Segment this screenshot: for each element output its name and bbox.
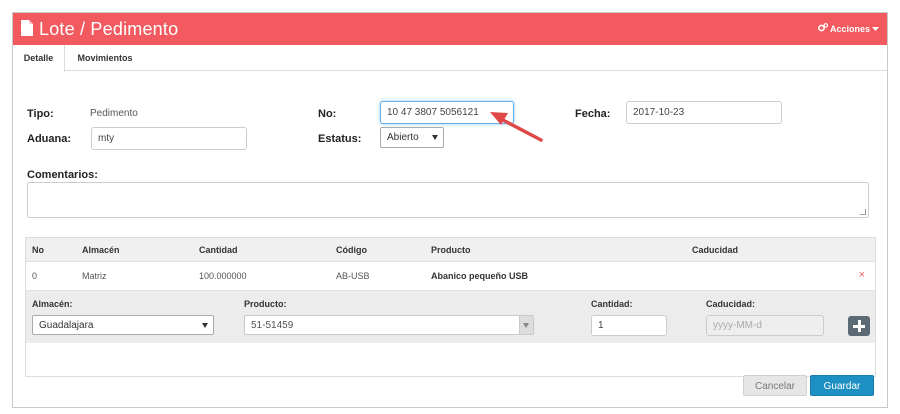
cell-producto: Abanico pequeño USB [431, 271, 529, 281]
col-producto: Producto [431, 245, 471, 255]
lote-panel: Lote / Pedimento Acciones Detalle Movimi… [12, 12, 888, 408]
producto-value: 51-51459 [251, 320, 294, 331]
items-table: No Almacén Cantidad Código Producto Cadu… [25, 237, 876, 377]
cancel-button[interactable]: Cancelar [743, 375, 807, 396]
cell-cantidad: 100.000000 [199, 271, 247, 281]
cell-almacen: Matriz [82, 271, 107, 281]
col-codigo: Código [336, 245, 367, 255]
add-item-form: Almacén: Guadalajara Producto: 51-51459 … [26, 291, 875, 343]
remove-row-icon[interactable]: × [859, 269, 865, 281]
col-almacen: Almacén [82, 245, 120, 255]
table-header: No Almacén Cantidad Código Producto Cadu… [26, 238, 875, 262]
table-row: 0 Matriz 100.000000 AB-USB Abanico peque… [26, 262, 875, 291]
cantidad-label: Cantidad: [591, 299, 633, 309]
col-no: No [32, 245, 44, 255]
chevron-down-icon [523, 323, 529, 328]
almacen-select[interactable]: Guadalajara [32, 315, 214, 335]
caducidad-label: Caducidad: [706, 299, 756, 309]
chevron-down-icon [202, 323, 208, 328]
producto-label: Producto: [244, 299, 287, 309]
producto-dropdown-button[interactable] [519, 316, 533, 334]
comentarios-label: Comentarios: [27, 169, 98, 181]
col-cantidad: Cantidad [199, 245, 238, 255]
almacen-value: Guadalajara [39, 320, 94, 331]
caducidad-field[interactable]: yyyy-MM-d [706, 315, 824, 336]
cell-no: 0 [32, 271, 38, 281]
cantidad-field[interactable]: 1 [591, 315, 667, 336]
comentarios-textarea[interactable] [27, 182, 869, 218]
save-button[interactable]: Guardar [810, 375, 874, 396]
add-item-button[interactable] [848, 316, 870, 336]
resize-handle-icon[interactable] [860, 209, 866, 215]
producto-select[interactable]: 51-51459 [244, 315, 534, 335]
cell-codigo: AB-USB [336, 271, 370, 281]
almacen-label: Almacén: [32, 299, 73, 309]
col-caducidad: Caducidad [692, 245, 739, 255]
